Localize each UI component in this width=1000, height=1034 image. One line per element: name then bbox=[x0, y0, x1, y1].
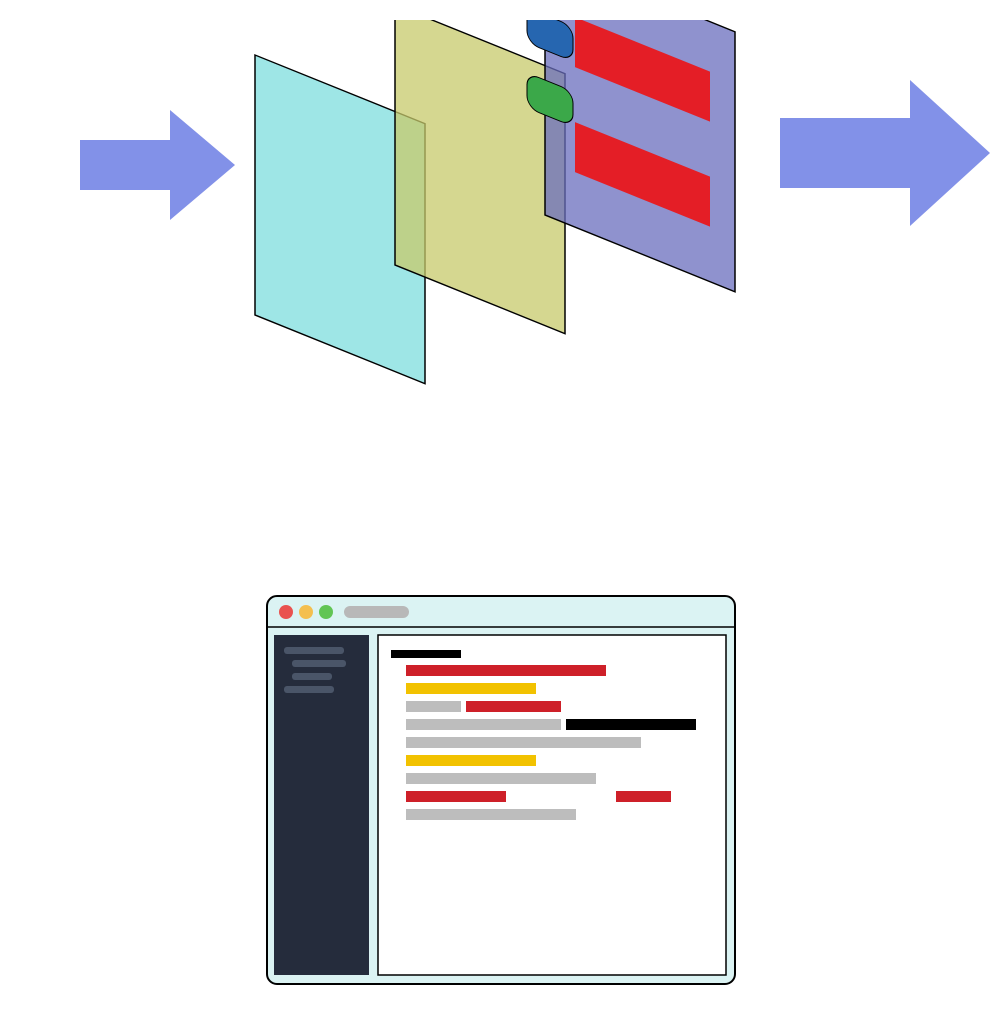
devtools-window-diagram bbox=[266, 595, 736, 985]
address-bar bbox=[344, 606, 409, 618]
sidebar-item bbox=[292, 673, 332, 680]
code-line bbox=[406, 791, 506, 802]
code-line bbox=[406, 737, 641, 748]
arrow-right bbox=[780, 80, 990, 226]
arrow-left bbox=[80, 110, 235, 220]
code-line bbox=[406, 809, 576, 820]
sidebar-item bbox=[284, 686, 334, 693]
code-line bbox=[406, 773, 596, 784]
layer-blue bbox=[545, 20, 735, 292]
code-line bbox=[466, 701, 561, 712]
maximize-icon bbox=[319, 605, 333, 619]
code-line bbox=[406, 719, 561, 730]
close-icon bbox=[279, 605, 293, 619]
code-line bbox=[406, 683, 536, 694]
minimize-icon bbox=[299, 605, 313, 619]
code-line bbox=[406, 665, 606, 676]
code-line bbox=[566, 719, 696, 730]
stacking-context-diagram bbox=[0, 20, 1000, 420]
sidebar-item bbox=[292, 660, 346, 667]
code-line bbox=[616, 791, 671, 802]
sidebar-item bbox=[284, 647, 344, 654]
code-line bbox=[391, 650, 461, 658]
code-line bbox=[406, 701, 461, 712]
code-line bbox=[406, 755, 536, 766]
